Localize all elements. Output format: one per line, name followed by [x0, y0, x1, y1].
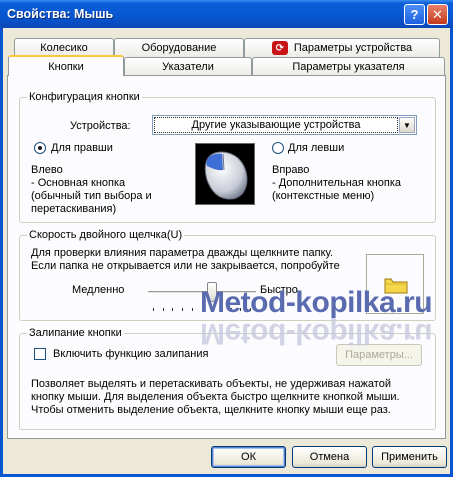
tab-pointers[interactable]: Указатели [124, 57, 252, 76]
left-button-desc-1: - Основная кнопка [31, 177, 126, 189]
device-label: Устройства: [70, 120, 131, 132]
apply-button[interactable]: Применить [372, 446, 447, 468]
right-button-desc-2: (контекстные меню) [272, 190, 375, 202]
right-hand-radio[interactable] [34, 142, 46, 154]
tab-label: Оборудование [141, 42, 217, 54]
tab-panel: Конфигурация кнопки Устройства: Другие у… [7, 75, 446, 439]
tab-device-settings[interactable]: ⟳ Параметры устройства [244, 38, 440, 57]
device-combo[interactable]: Другие указывающие устройства ▼ [152, 115, 417, 135]
cancel-button[interactable]: Отмена [292, 446, 367, 468]
button-label: Параметры... [345, 349, 413, 361]
left-hand-radio[interactable] [272, 142, 284, 154]
tab-label: Параметры указателя [292, 61, 405, 73]
group-label: Скорость двойного щелчка(U) [27, 229, 185, 241]
button-label: Отмена [309, 451, 350, 463]
slider-tick [153, 308, 154, 311]
tab-pointer-options[interactable]: Параметры указателя [252, 57, 445, 76]
left-button-desc-2: (обычный тип выбора и [31, 190, 152, 202]
tab-hardware[interactable]: Оборудование [114, 38, 244, 57]
group-label: Конфигурация кнопки [27, 91, 142, 103]
help-button[interactable]: ? [404, 4, 425, 25]
left-button-desc-3: перетаскивания) [31, 203, 117, 215]
click-lock-checkbox[interactable] [34, 348, 46, 360]
slider-tick [182, 308, 184, 311]
tab-label: Указатели [162, 61, 214, 73]
window-title: Свойства: Мышь [7, 7, 114, 21]
slider-tick [191, 308, 193, 311]
slow-label: Медленно [72, 284, 125, 296]
tab-label: Параметры устройства [293, 42, 413, 54]
tab-buttons[interactable]: Кнопки [8, 55, 124, 76]
right-hand-label: Для правши [51, 142, 113, 154]
right-button-title: Вправо [272, 164, 310, 176]
device-combo-value: Другие указывающие устройства [154, 117, 398, 133]
button-label: Применить [381, 451, 438, 463]
left-hand-label: Для левши [288, 142, 345, 154]
watermark-text: Metod-kopilka.ru [200, 286, 433, 319]
close-button[interactable]: ✕ [427, 4, 448, 25]
tab-label: Колесико [40, 42, 88, 54]
watermark-reflection: Metod-kopilka.ru [200, 317, 433, 350]
chevron-down-icon[interactable]: ▼ [399, 117, 415, 133]
ok-button[interactable]: ОК [211, 446, 286, 468]
title-bar[interactable]: Свойства: Мышь ? ✕ [0, 0, 453, 28]
slider-tick [162, 308, 164, 311]
slider-tick [172, 308, 174, 311]
right-button-desc-1: - Дополнительная кнопка [272, 177, 402, 189]
click-lock-label: Включить функцию залипания [53, 348, 209, 360]
button-config-group: Конфигурация кнопки Устройства: Другие у… [19, 91, 436, 223]
double-click-desc-1: Для проверки влияния параметра дважды ще… [31, 247, 333, 259]
group-label: Залипание кнопки [27, 327, 124, 339]
synaptics-icon: ⟳ [271, 41, 288, 55]
double-click-desc-2: Если папка не открывается или не закрыва… [31, 260, 340, 272]
left-button-title: Влево [31, 164, 63, 176]
click-lock-desc-3: Чтобы отменить выделение объекта, щелкни… [31, 404, 391, 416]
tab-label: Кнопки [48, 60, 84, 73]
mouse-icon [204, 151, 248, 200]
mouse-image [195, 143, 255, 205]
click-lock-desc-1: Позволяет выделять и перетаскивать объек… [31, 378, 391, 390]
button-label: ОК [241, 451, 256, 463]
click-lock-desc-2: кнопку мыши. Для выделения объекта быстр… [31, 391, 400, 403]
